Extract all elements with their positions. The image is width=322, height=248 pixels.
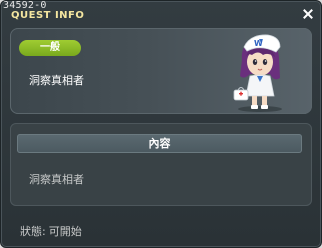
window-title: QUEST INFO: [11, 10, 85, 21]
quest-info-window: 34592-0 QUEST INFO 一般 洞察真相者 W 內容 洞察真相者 狀…: [0, 0, 322, 248]
quest-status: 狀態: 可開始: [20, 223, 82, 239]
quest-name: 洞察真相者: [29, 74, 84, 87]
status-value: 可開始: [48, 225, 82, 238]
quest-summary-panel: 一般 洞察真相者 W: [10, 28, 312, 114]
status-label: 狀態:: [20, 225, 46, 238]
svg-text:W: W: [254, 39, 263, 48]
quest-content-panel: 內容 洞察真相者: [10, 123, 312, 206]
content-header: 內容: [17, 134, 302, 153]
close-icon[interactable]: [303, 9, 313, 19]
npc-portrait-icon: W: [233, 34, 282, 112]
category-badge: 一般: [19, 40, 81, 56]
content-text: 洞察真相者: [29, 173, 84, 186]
